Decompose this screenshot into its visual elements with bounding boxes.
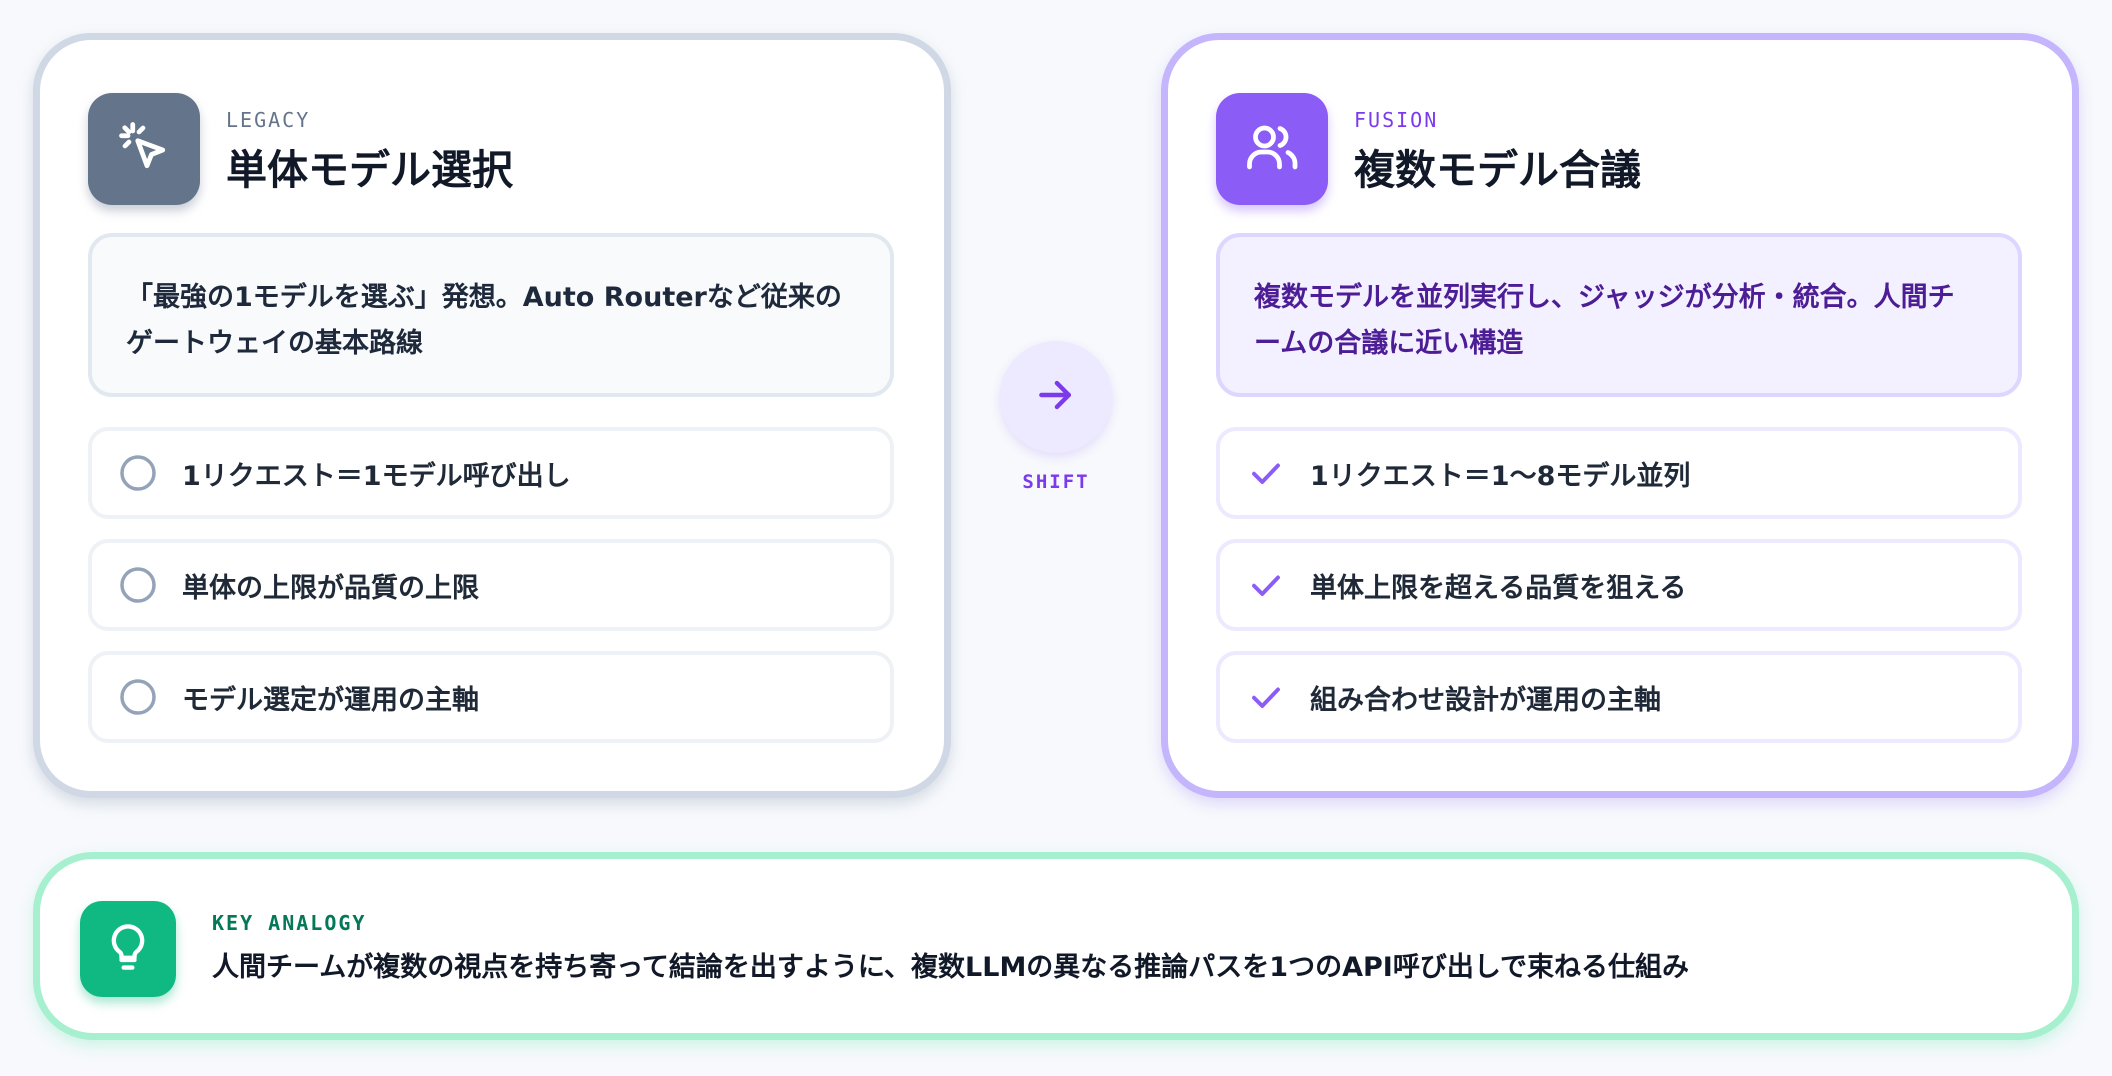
legacy-description-line: 「最強の1モデルを選ぶ」発想。Auto Routerなど従来の bbox=[126, 282, 842, 313]
shift-indicator bbox=[1000, 341, 1112, 453]
legacy-card: LEGACY 単体モデル選択 「最強の1モデルを選ぶ」発想。Auto Route… bbox=[33, 33, 951, 798]
legacy-description: 「最強の1モデルを選ぶ」発想。Auto Routerなど従来の ゲートウェイの基… bbox=[88, 233, 894, 397]
fusion-card: FUSION 複数モデル合議 複数モデルを並列実行し、ジャッジが分析・統合。人間… bbox=[1161, 33, 2079, 798]
legacy-description-line: ゲートウェイの基本路線 bbox=[126, 328, 423, 359]
check-icon bbox=[1246, 677, 1286, 717]
fusion-description-line: ームの合議に近い構造 bbox=[1254, 328, 1524, 359]
legacy-item-label: モデル選定が運用の主軸 bbox=[182, 684, 479, 716]
analogy-text: 人間チームが複数の視点を持ち寄って結論を出すように、複数LLMの異なる推論パスを… bbox=[212, 952, 1690, 983]
fusion-title: 複数モデル合議 bbox=[1354, 146, 1641, 194]
key-analogy-card: KEY ANALOGY 人間チームが複数の視点を持ち寄って結論を出すように、複数… bbox=[33, 852, 2079, 1040]
legacy-item: 1リクエスト＝1モデル呼び出し bbox=[88, 427, 894, 519]
empty-circle-icon bbox=[118, 453, 158, 493]
check-icon bbox=[1246, 453, 1286, 493]
cursor-click-icon bbox=[114, 117, 174, 181]
lightbulb-icon bbox=[102, 921, 154, 977]
legacy-item-label: 1リクエスト＝1モデル呼び出し bbox=[182, 460, 571, 492]
shift-label: SHIFT bbox=[1022, 471, 1090, 493]
empty-circle-icon bbox=[118, 677, 158, 717]
users-icon bbox=[1242, 117, 1302, 181]
check-icon bbox=[1246, 565, 1286, 605]
fusion-description: 複数モデルを並列実行し、ジャッジが分析・統合。人間チ ームの合議に近い構造 bbox=[1216, 233, 2022, 397]
fusion-item: 1リクエスト＝1〜8モデル並列 bbox=[1216, 427, 2022, 519]
fusion-description-line: 複数モデルを並列実行し、ジャッジが分析・統合。人間チ bbox=[1254, 282, 1955, 313]
legacy-item: 単体の上限が品質の上限 bbox=[88, 539, 894, 631]
legacy-badge bbox=[88, 93, 200, 205]
fusion-item-label: 1リクエスト＝1〜8モデル並列 bbox=[1310, 460, 1691, 492]
legacy-item-label: 単体の上限が品質の上限 bbox=[182, 572, 479, 604]
fusion-badge bbox=[1216, 93, 1328, 205]
fusion-item: 組み合わせ設計が運用の主軸 bbox=[1216, 651, 2022, 743]
empty-circle-icon bbox=[118, 565, 158, 605]
fusion-item-label: 組み合わせ設計が運用の主軸 bbox=[1310, 684, 1661, 716]
analogy-eyebrow: KEY ANALOGY bbox=[212, 911, 367, 935]
fusion-item: 単体上限を超える品質を狙える bbox=[1216, 539, 2022, 631]
fusion-item-label: 単体上限を超える品質を狙える bbox=[1310, 572, 1687, 604]
legacy-title: 単体モデル選択 bbox=[226, 146, 513, 194]
legacy-eyebrow: LEGACY bbox=[226, 108, 311, 132]
legacy-item: モデル選定が運用の主軸 bbox=[88, 651, 894, 743]
arrow-right-icon bbox=[1034, 373, 1078, 421]
fusion-eyebrow: FUSION bbox=[1354, 108, 1439, 132]
analogy-badge bbox=[80, 901, 176, 997]
